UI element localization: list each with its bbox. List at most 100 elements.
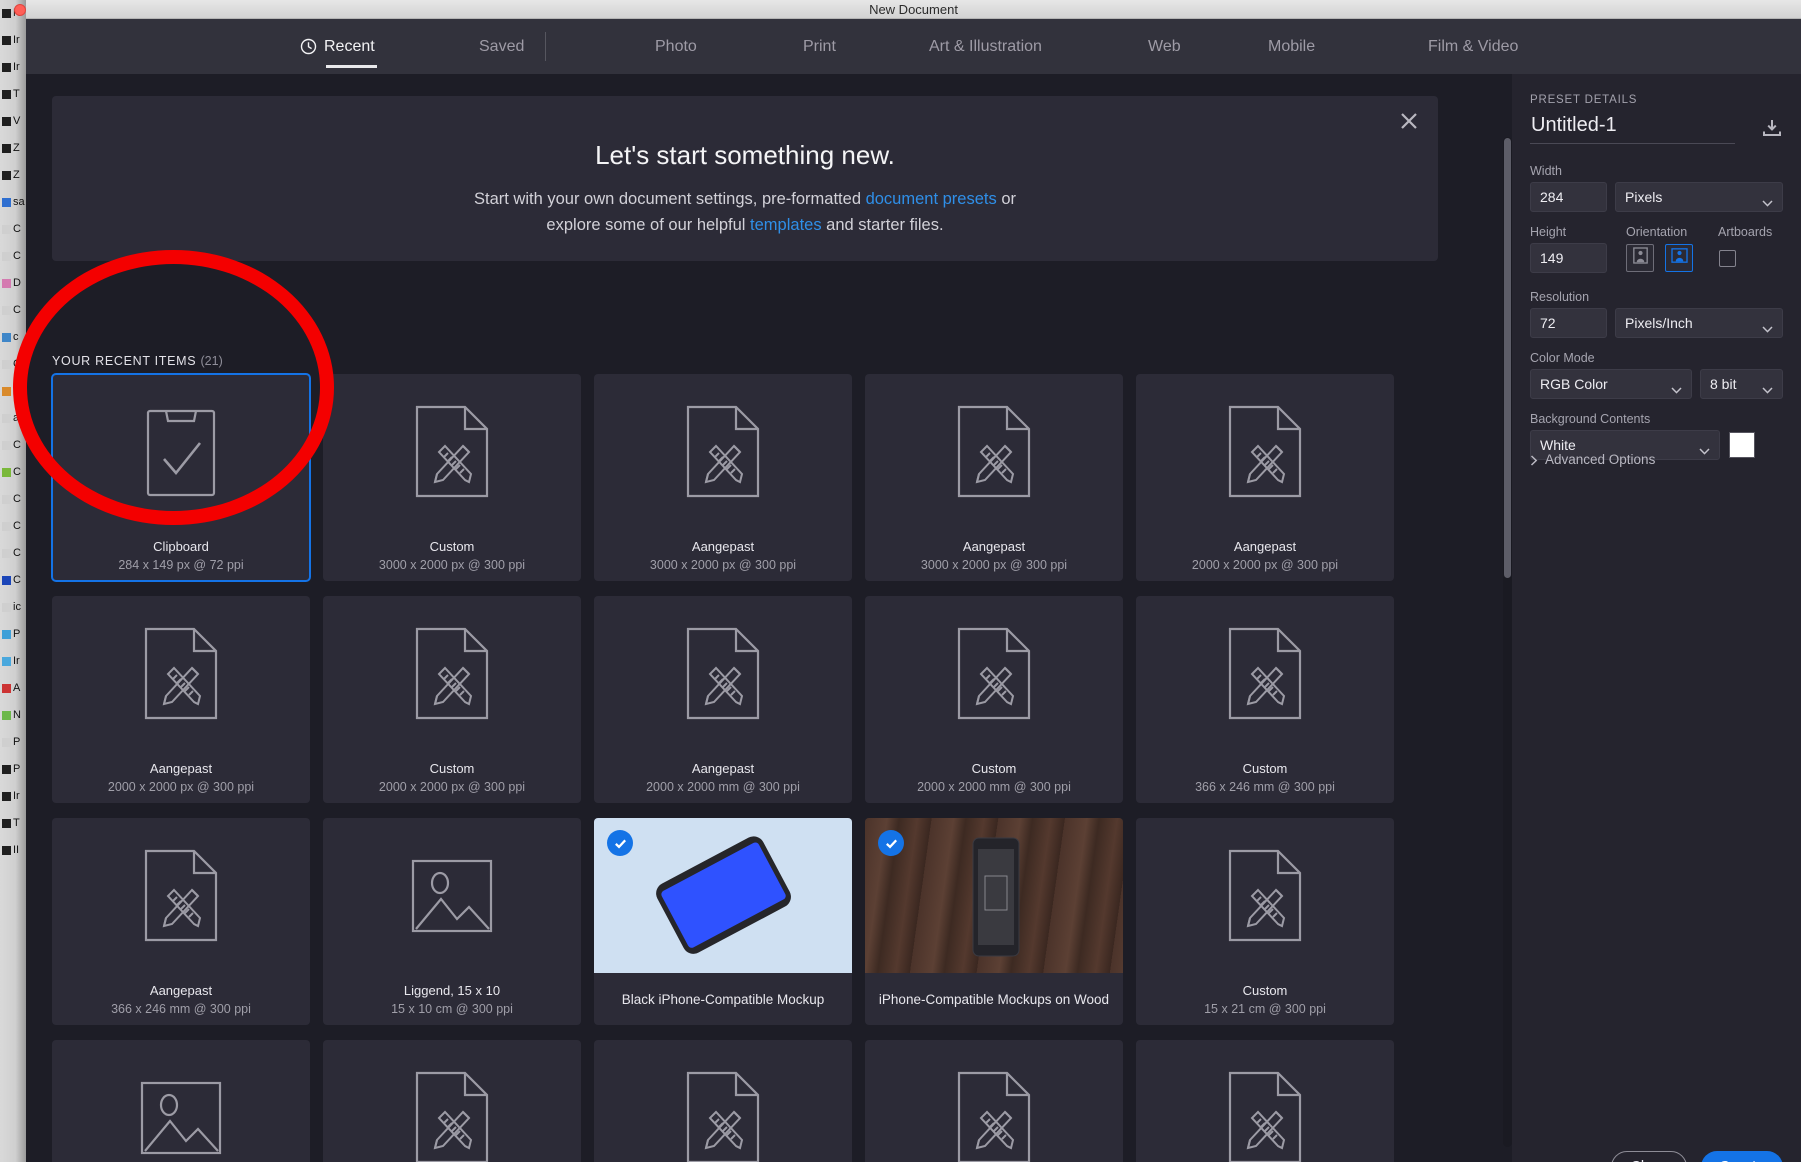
card-meta: iPhone-Compatible Mockups on Wood [865, 973, 1123, 1025]
document-presets-link[interactable]: document presets [866, 190, 997, 208]
portrait-icon [1632, 247, 1648, 269]
recent-item-card[interactable]: Aangepast 3000 x 2000 px @ 300 ppi [594, 374, 852, 581]
recent-item-card[interactable] [323, 1040, 581, 1162]
background-list-row: ic [0, 594, 26, 621]
card-subtitle: 3000 x 2000 px @ 300 ppi [378, 557, 526, 572]
image-placeholder-icon [140, 1081, 222, 1154]
save-preset-icon[interactable] [1761, 118, 1783, 138]
color-mode-select[interactable]: RGB Color [1530, 369, 1692, 399]
card-subtitle: 2000 x 2000 mm @ 300 ppi [646, 779, 800, 794]
tab-art-illustration[interactable]: Art & Illustration [927, 19, 1044, 74]
document-ruler-pencil-icon [1228, 627, 1302, 720]
recent-items-label: YOUR RECENT ITEMS [52, 354, 197, 368]
height-input[interactable] [1530, 243, 1607, 273]
hero-banner: Let's start something new. Start with yo… [52, 96, 1438, 261]
background-list-row: D [0, 270, 26, 297]
document-ruler-pencil-icon [144, 627, 218, 720]
recent-item-card[interactable]: Aangepast 2000 x 2000 px @ 300 ppi [1136, 374, 1394, 581]
background-list-row: Ir [0, 648, 26, 675]
recent-item-card[interactable]: Custom 2000 x 2000 mm @ 300 ppi [865, 596, 1123, 803]
hero-line1-post: or [996, 190, 1016, 208]
tab-recent[interactable]: Recent [298, 19, 377, 74]
card-meta: Aangepast 2000 x 2000 mm @ 300 ppi [594, 751, 852, 803]
tab-divider [545, 32, 546, 61]
width-input[interactable] [1530, 182, 1607, 212]
tab-label: Web [1148, 37, 1181, 55]
card-meta: Custom 366 x 246 mm @ 300 ppi [1136, 751, 1394, 803]
card-meta: Custom 2000 x 2000 mm @ 300 ppi [865, 751, 1123, 803]
portrait-orientation-button[interactable] [1626, 244, 1654, 272]
row-color-swatch [2, 548, 11, 558]
card-meta: Custom 3000 x 2000 px @ 300 ppi [323, 529, 581, 581]
recent-item-card[interactable]: Aangepast 2000 x 2000 px @ 300 ppi [52, 596, 310, 803]
preset-details-panel: PRESET DETAILS Width Pixels [1512, 74, 1801, 1162]
card-meta: Aangepast 366 x 246 mm @ 300 ppi [52, 973, 310, 1025]
card-title: Custom [1242, 982, 1288, 998]
recent-item-card[interactable] [865, 1040, 1123, 1162]
recent-item-card[interactable]: Clipboard 284 x 149 px @ 72 ppi [51, 373, 311, 582]
tab-saved[interactable]: Saved [477, 19, 526, 74]
window-title: New Document [869, 2, 958, 17]
color-mode-value: RGB Color [1540, 376, 1608, 392]
row-color-swatch [2, 359, 11, 369]
tab-mobile[interactable]: Mobile [1266, 19, 1317, 74]
chevron-down-icon [1762, 320, 1773, 333]
tab-photo[interactable]: Photo [653, 19, 699, 74]
create-button[interactable]: Create [1701, 1151, 1783, 1162]
card-meta: Aangepast 2000 x 2000 px @ 300 ppi [1136, 529, 1394, 581]
artboards-checkbox[interactable] [1719, 250, 1736, 267]
recent-item-card[interactable] [594, 1040, 852, 1162]
close-button[interactable]: Close [1611, 1151, 1687, 1162]
tab-film-video[interactable]: Film & Video [1426, 19, 1520, 74]
document-ruler-pencil-icon [686, 627, 760, 720]
recent-item-card[interactable]: iPhone-Compatible Mockups on Wood [865, 818, 1123, 1025]
background-list-row: C [0, 540, 26, 567]
row-color-swatch [2, 413, 11, 423]
advanced-options-toggle[interactable]: Advanced Options [1530, 452, 1655, 467]
recent-item-card[interactable]: Liggend, 15 x 10 15 x 10 cm @ 300 ppi [323, 818, 581, 1025]
recent-item-card[interactable]: Custom 366 x 246 mm @ 300 ppi [1136, 596, 1394, 803]
recent-item-card[interactable]: Aangepast 2000 x 2000 mm @ 300 ppi [594, 596, 852, 803]
recent-item-card[interactable] [52, 1040, 310, 1162]
recent-item-card[interactable]: Aangepast 3000 x 2000 px @ 300 ppi [865, 374, 1123, 581]
resolution-unit-select[interactable]: Pixels/Inch [1615, 308, 1783, 338]
recent-item-card[interactable]: Custom 15 x 21 cm @ 300 ppi [1136, 818, 1394, 1025]
hero-line1-pre: Start with your own document settings, p… [473, 190, 866, 208]
document-ruler-pencil-icon [415, 405, 489, 498]
recent-item-card[interactable]: Black iPhone-Compatible Mockup [594, 818, 852, 1025]
resolution-label: Resolution [1530, 290, 1590, 304]
recent-item-card[interactable]: Custom 3000 x 2000 px @ 300 ppi [323, 374, 581, 581]
card-subtitle: 3000 x 2000 px @ 300 ppi [920, 557, 1068, 572]
preset-name-input[interactable] [1530, 112, 1735, 144]
background-color-swatch[interactable] [1729, 432, 1755, 458]
tab-web[interactable]: Web [1146, 19, 1183, 74]
recent-item-card[interactable] [1136, 1040, 1394, 1162]
row-color-swatch [2, 440, 11, 450]
recent-item-card[interactable]: Aangepast 366 x 246 mm @ 300 ppi [52, 818, 310, 1025]
row-color-swatch [2, 386, 11, 396]
landscape-orientation-button[interactable] [1665, 244, 1693, 272]
close-icon[interactable] [1398, 110, 1420, 132]
bit-depth-select[interactable]: 8 bit [1700, 369, 1783, 399]
templates-link[interactable]: templates [750, 216, 822, 234]
background-list-row: P [0, 621, 26, 648]
card-thumbnail [52, 1040, 310, 1162]
width-unit-select[interactable]: Pixels [1615, 182, 1783, 212]
row-color-swatch [2, 791, 11, 801]
advanced-options-label: Advanced Options [1545, 452, 1656, 467]
background-list-row: C [0, 513, 26, 540]
background-list-row: Ir [0, 54, 26, 81]
card-title: Custom [1242, 760, 1288, 776]
document-ruler-pencil-icon [957, 627, 1031, 720]
bit-depth-value: 8 bit [1710, 376, 1737, 392]
card-subtitle: 284 x 149 px @ 72 ppi [118, 557, 244, 572]
close-window-button[interactable] [14, 4, 26, 16]
recent-item-card[interactable]: Custom 2000 x 2000 px @ 300 ppi [323, 596, 581, 803]
tab-print[interactable]: Print [801, 19, 838, 74]
main-scrollbar[interactable] [1503, 137, 1512, 1147]
scrollbar-thumb[interactable] [1504, 138, 1511, 578]
selected-check-icon [607, 830, 633, 856]
background-list-row: C [0, 297, 26, 324]
resolution-input[interactable] [1530, 308, 1607, 338]
document-ruler-pencil-icon [415, 1071, 489, 1162]
